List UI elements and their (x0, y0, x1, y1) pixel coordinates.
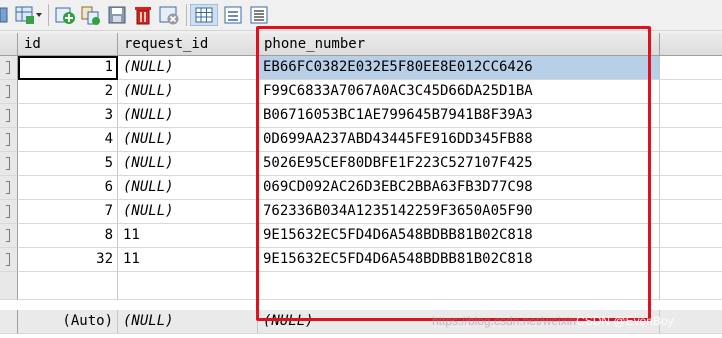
cell-phone-number[interactable]: 069CD092AC26D3EBC2BBA63FB3D77C98 (258, 176, 660, 200)
cell-id[interactable]: 8 (18, 224, 118, 248)
duplicate-row-icon[interactable] (80, 4, 102, 26)
cell-filler (660, 56, 722, 80)
grid-view-dropdown-icon[interactable] (14, 4, 44, 26)
cell-request-id[interactable]: (NULL) (118, 152, 258, 176)
table-row-empty (0, 272, 722, 300)
watermark-url: https://blog.csdn.net/weixin (432, 314, 577, 328)
row-marker[interactable] (0, 104, 18, 128)
row-marker[interactable] (0, 152, 18, 176)
cell-filler (660, 248, 722, 272)
cell-phone-number[interactable]: F99C6833A7067A0AC3C45D66DA25D1BA (258, 80, 660, 104)
column-header-request-id[interactable]: request_id (118, 33, 258, 56)
column-header-filler (660, 33, 722, 56)
table-row[interactable]: 7 (NULL) 762336B034A1235142259F3650A05F9… (0, 200, 722, 224)
cell-request-id (118, 272, 258, 300)
cell-filler (660, 104, 722, 128)
watermark: https://blog.csdn.net/weixinCSDN @EvenBo… (432, 314, 674, 328)
toolbar-separator (48, 4, 49, 26)
form-mode-icon[interactable] (222, 4, 244, 26)
row-marker[interactable] (0, 80, 18, 104)
cell-phone-number[interactable]: 762336B034A1235142259F3650A05F90 (258, 200, 660, 224)
cell-request-id[interactable]: (NULL) (118, 200, 258, 224)
table-row[interactable]: 1 (NULL) EB66FC0382E032E5F80EE8E012CC642… (0, 56, 722, 80)
result-grid: id request_id phone_number 1 (NULL) EB66… (0, 33, 722, 338)
cell-request-id[interactable]: (NULL) (118, 56, 258, 80)
cell-request-id[interactable]: (NULL) (118, 176, 258, 200)
row-marker[interactable] (0, 128, 18, 152)
grid-mode-icon[interactable] (190, 4, 218, 26)
row-marker (0, 310, 18, 334)
table-row[interactable]: 32 11 9E15632EC5FD4D6A548BDBB81B02C818 (0, 248, 722, 272)
cell-id[interactable]: 2 (18, 80, 118, 104)
cell-phone-number (258, 272, 660, 300)
grid-edge-icon (0, 7, 8, 23)
table-row[interactable]: 8 11 9E15632EC5FD4D6A548BDBB81B02C818 (0, 224, 722, 248)
text-mode-icon[interactable] (248, 4, 270, 26)
cell-phone-number[interactable]: 9E15632EC5FD4D6A548BDBB81B02C818 (258, 224, 660, 248)
cell-phone-number[interactable]: B06716053BC1AE799645B7941B8F39A3 (258, 104, 660, 128)
cell-id (18, 272, 118, 300)
cell-filler (660, 200, 722, 224)
table-row[interactable]: 5 (NULL) 5026E95CEF80DBFE1F223C527107F42… (0, 152, 722, 176)
table-row[interactable]: 4 (NULL) 0D699AA237ABD43445FE916DD345FB8… (0, 128, 722, 152)
column-header-id[interactable]: id (18, 33, 118, 56)
cell-id[interactable]: 3 (18, 104, 118, 128)
column-header-phone-number[interactable]: phone_number (258, 33, 660, 56)
cell-id[interactable]: 7 (18, 200, 118, 224)
cell-request-id[interactable]: 11 (118, 224, 258, 248)
toolbar (0, 0, 722, 31)
table-row[interactable]: 6 (NULL) 069CD092AC26D3EBC2BBA63FB3D77C9… (0, 176, 722, 200)
cell-request-id[interactable]: (NULL) (118, 310, 258, 334)
delete-icon[interactable] (132, 4, 154, 26)
cell-id[interactable]: 4 (18, 128, 118, 152)
row-marker[interactable] (0, 56, 18, 80)
row-marker[interactable] (0, 176, 18, 200)
cell-id[interactable]: 32 (18, 248, 118, 272)
cell-filler (660, 176, 722, 200)
cell-phone-number[interactable]: 9E15632EC5FD4D6A548BDBB81B02C818 (258, 248, 660, 272)
save-icon[interactable] (106, 4, 128, 26)
row-marker-header (0, 33, 18, 56)
cell-filler (660, 272, 722, 300)
cell-id[interactable]: 6 (18, 176, 118, 200)
add-row-icon[interactable] (54, 4, 76, 26)
row-marker (0, 272, 18, 300)
table-row[interactable]: 2 (NULL) F99C6833A7067A0AC3C45D66DA25D1B… (0, 80, 722, 104)
toolbar-separator (186, 4, 187, 26)
cancel-icon[interactable] (158, 4, 180, 26)
row-marker[interactable] (0, 200, 18, 224)
cell-phone-number[interactable]: 0D699AA237ABD43445FE916DD345FB88 (258, 128, 660, 152)
cell-filler (660, 152, 722, 176)
cell-id[interactable]: 5 (18, 152, 118, 176)
row-marker[interactable] (0, 224, 18, 248)
cell-request-id[interactable]: (NULL) (118, 128, 258, 152)
table-row[interactable]: 3 (NULL) B06716053BC1AE799645B7941B8F39A… (0, 104, 722, 128)
cell-request-id[interactable]: 11 (118, 248, 258, 272)
cell-id-auto[interactable]: (Auto) (18, 310, 118, 334)
cell-filler (660, 80, 722, 104)
cell-id[interactable]: 1 (18, 56, 118, 80)
cell-request-id[interactable]: (NULL) (118, 80, 258, 104)
cell-request-id[interactable]: (NULL) (118, 104, 258, 128)
cell-phone-number[interactable]: 5026E95CEF80DBFE1F223C527107F425 (258, 152, 660, 176)
cell-filler (660, 128, 722, 152)
row-marker[interactable] (0, 248, 18, 272)
cell-filler (660, 224, 722, 248)
cell-phone-number[interactable]: EB66FC0382E032E5F80EE8E012CC6426 (258, 56, 660, 80)
watermark-author: CSDN @EvenBoy (576, 314, 674, 328)
